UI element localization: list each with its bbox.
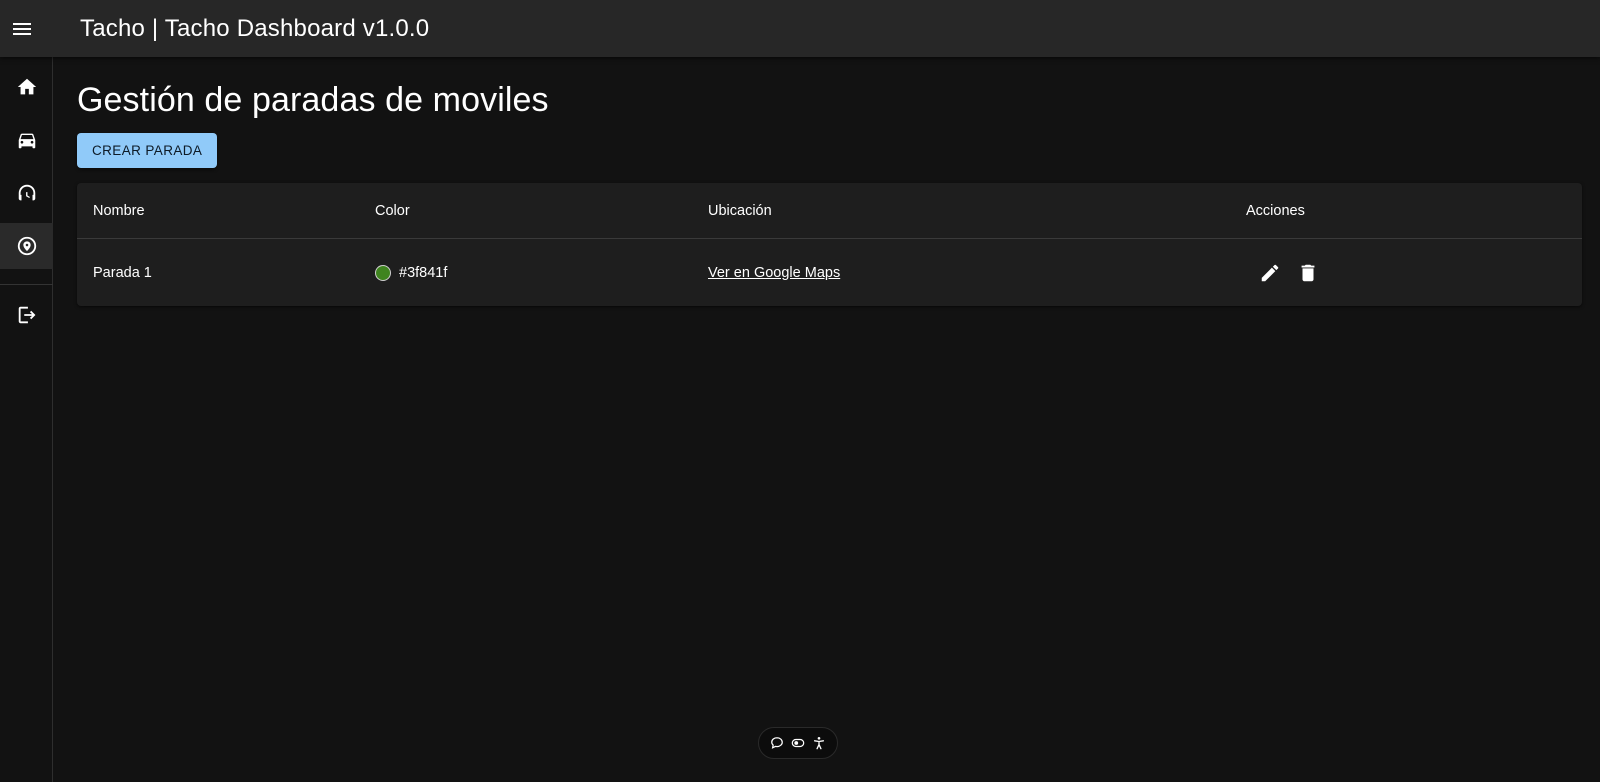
menu-icon[interactable] <box>0 7 44 51</box>
sidebar-divider <box>0 284 53 285</box>
delete-button[interactable] <box>1291 256 1325 290</box>
car-icon <box>18 133 35 149</box>
column-header-location: Ubicación <box>708 202 772 219</box>
column-header-name: Nombre <box>93 202 145 219</box>
sidebar-item-logout[interactable] <box>0 292 53 338</box>
accessibility-icon[interactable] <box>810 734 828 752</box>
sidebar-item-stops[interactable] <box>0 223 53 269</box>
color-swatch <box>375 264 391 281</box>
page-title: Gestión de paradas de moviles <box>77 81 549 119</box>
headset-icon <box>18 184 35 201</box>
column-header-color: Color <box>375 202 410 219</box>
logout-icon <box>18 306 35 324</box>
stop-location-cell: Ver en Google Maps <box>708 239 840 306</box>
stop-actions <box>1253 239 1329 306</box>
create-stop-button[interactable]: CREAR PARADA <box>77 133 218 168</box>
chat-icon[interactable] <box>768 734 786 752</box>
app-bar: Tacho | Tacho Dashboard v1.0.0 <box>0 0 1600 57</box>
toggle-icon[interactable] <box>789 734 807 752</box>
google-maps-link[interactable]: Ver en Google Maps <box>708 265 840 281</box>
stop-color-cell: #3f841f <box>375 239 447 306</box>
edit-button[interactable] <box>1253 256 1287 290</box>
stop-name: Parada 1 <box>93 264 152 281</box>
stop-color-value: #3f841f <box>399 264 448 281</box>
table-row: Parada 1 #3f841f Ver en Google Maps <box>77 239 1582 306</box>
table-header-row: Nombre Color Ubicación Acciones <box>77 183 1582 239</box>
stops-table: Nombre Color Ubicación Acciones Parada 1… <box>77 183 1582 306</box>
edit-icon <box>1261 264 1279 281</box>
floating-toolbar <box>758 727 838 759</box>
sidebar <box>0 57 53 782</box>
delete-icon <box>1301 264 1315 281</box>
location-icon <box>17 236 36 256</box>
home-icon <box>17 78 36 95</box>
sidebar-item-home[interactable] <box>0 64 53 110</box>
sidebar-item-vehicles[interactable] <box>0 117 53 163</box>
sidebar-item-support[interactable] <box>0 170 53 216</box>
column-header-actions: Acciones <box>1246 202 1305 219</box>
app-title: Tacho | Tacho Dashboard v1.0.0 <box>80 14 430 42</box>
